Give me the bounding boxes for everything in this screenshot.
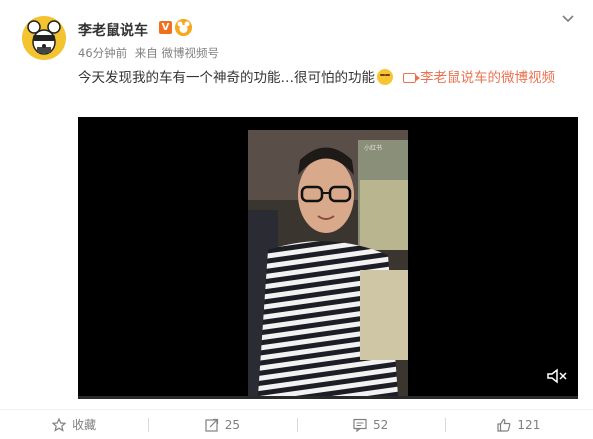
video-link-label: 李老鼠说车的微博视频	[420, 70, 555, 86]
username[interactable]: 李老鼠说车	[78, 20, 148, 40]
video-progress-bar[interactable]	[78, 396, 578, 399]
avatar[interactable]	[22, 16, 66, 60]
verified-icon: V	[159, 21, 172, 34]
favorite-button[interactable]: 收藏	[0, 410, 148, 439]
video-player[interactable]: 小红书	[78, 117, 578, 396]
repost-button[interactable]: 25	[148, 410, 296, 439]
thumbs-up-icon	[497, 418, 511, 432]
comment-button[interactable]: 52	[296, 410, 445, 439]
mouse-avatar-icon	[22, 16, 66, 60]
post-source[interactable]: 来自 微博视频号	[135, 46, 219, 60]
repost-icon	[205, 418, 218, 432]
video-watermark: 小红书	[364, 144, 382, 152]
comment-count: 52	[372, 417, 389, 432]
mute-icon[interactable]	[546, 368, 568, 384]
fan-badge-icon	[175, 19, 192, 36]
chevron-down-icon[interactable]	[561, 12, 575, 26]
post-meta: 46分钟前 来自 微博视频号	[78, 45, 223, 61]
action-bar: 收藏 25 52 121	[0, 410, 593, 439]
video-link[interactable]: 李老鼠说车的微博视频	[403, 70, 555, 86]
post-body: 今天发现我的车有一个神奇的功能…很可怕的功能	[78, 70, 375, 86]
laughing-emoji-icon	[377, 69, 393, 85]
post-time[interactable]: 46分钟前	[78, 46, 127, 60]
like-count: 121	[517, 417, 541, 432]
post-text: 今天发现我的车有一个神奇的功能…很可怕的功能 李老鼠说车的微博视频	[78, 66, 583, 90]
comment-icon	[353, 418, 367, 432]
video-frame: 小红书	[248, 130, 408, 396]
like-button[interactable]: 121	[444, 410, 593, 439]
repost-count: 25	[224, 417, 241, 432]
star-icon	[52, 417, 67, 432]
favorite-label: 收藏	[72, 418, 97, 432]
video-camera-icon	[403, 73, 420, 83]
